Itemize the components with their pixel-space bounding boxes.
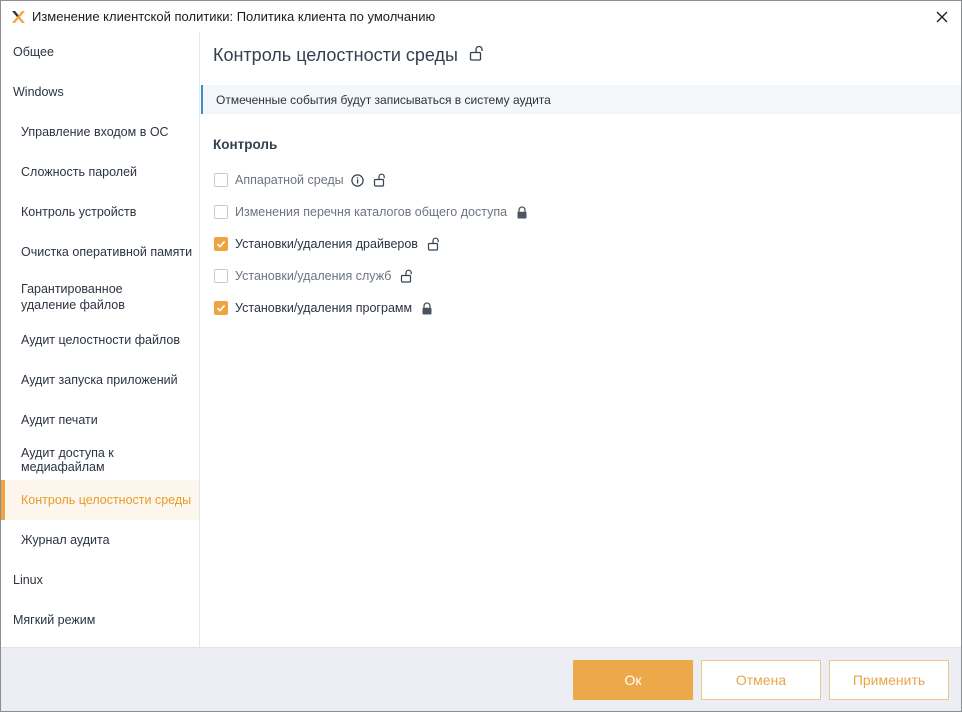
option-driver-install: Установки/удаления драйверов bbox=[214, 237, 441, 251]
checkbox-driver-install[interactable] bbox=[214, 237, 228, 251]
sidebar-item-app-launch-audit[interactable]: Аудит запуска приложений bbox=[1, 362, 199, 398]
sidebar-item-media-access-audit[interactable]: Аудит доступа к медиафайлам bbox=[1, 442, 199, 478]
sidebar-item-label: Управление входом в ОС bbox=[21, 125, 169, 139]
main-panel: Контроль целостности среды Отмеченные со… bbox=[201, 32, 961, 647]
option-label: Установки/удаления программ bbox=[235, 301, 413, 315]
sidebar-item-label: Гарантированное удаление файлов bbox=[21, 282, 125, 312]
sidebar-item-label: Аудит запуска приложений bbox=[21, 373, 178, 387]
sidebar-item-linux[interactable]: Linux bbox=[1, 562, 199, 598]
option-hardware-environment: Аппаратной среды bbox=[214, 173, 387, 187]
checkbox-hardware-environment[interactable] bbox=[214, 173, 228, 187]
option-service-install: Установки/удаления служб bbox=[214, 269, 414, 283]
sidebar-item-memory-cleanup[interactable]: Очистка оперативной памяти bbox=[1, 234, 199, 270]
close-button[interactable] bbox=[927, 1, 957, 32]
sidebar-item-label: Журнал аудита bbox=[21, 533, 110, 547]
checkbox-service-install[interactable] bbox=[214, 269, 228, 283]
option-label: Аппаратной среды bbox=[235, 173, 344, 187]
title-bar: Изменение клиентской политики: Политика … bbox=[1, 1, 961, 32]
lock-closed-icon[interactable] bbox=[516, 205, 528, 219]
window-title: Изменение клиентской политики: Политика … bbox=[32, 9, 436, 24]
sidebar-item-label: Контроль целостности среды bbox=[21, 493, 192, 507]
sidebar-item-label: Очистка оперативной памяти bbox=[21, 245, 193, 259]
cancel-button[interactable]: Отмена bbox=[701, 660, 821, 700]
sidebar-item-device-control[interactable]: Контроль устройств bbox=[1, 194, 199, 230]
option-label: Изменения перечня каталогов общего досту… bbox=[235, 205, 508, 219]
sidebar-item-label: Контроль устройств bbox=[21, 205, 137, 219]
sidebar-item-print-audit[interactable]: Аудит печати bbox=[1, 402, 199, 438]
checkbox-shared-folders-changes[interactable] bbox=[214, 205, 228, 219]
app-logo-icon bbox=[10, 9, 26, 25]
ok-button[interactable]: Ок bbox=[573, 660, 693, 700]
sidebar-item-general[interactable]: Общее bbox=[1, 34, 199, 70]
policy-dialog-window: Изменение клиентской политики: Политика … bbox=[0, 0, 962, 712]
sidebar-item-soft-mode[interactable]: Мягкий режим bbox=[1, 602, 199, 638]
sidebar-item-file-integrity-audit[interactable]: Аудит целостности файлов bbox=[1, 322, 199, 358]
section-title: Контроль bbox=[213, 137, 278, 152]
sidebar-item-password-complexity[interactable]: Сложность паролей bbox=[1, 154, 199, 190]
option-shared-folders-changes: Изменения перечня каталогов общего досту… bbox=[214, 205, 528, 219]
info-banner-text: Отмеченные события будут записываться в … bbox=[216, 92, 551, 107]
sidebar-item-label: Мягкий режим bbox=[13, 613, 96, 627]
sidebar-item-label: Linux bbox=[13, 573, 43, 587]
sidebar-item-label: Windows bbox=[13, 85, 64, 99]
info-icon[interactable] bbox=[350, 173, 364, 187]
sidebar-item-label: Общее bbox=[13, 45, 54, 59]
option-program-install: Установки/удаления программ bbox=[214, 301, 433, 315]
settings-sidebar: Общее Windows Управление входом в ОС Сло… bbox=[1, 32, 200, 647]
checkbox-program-install[interactable] bbox=[214, 301, 228, 315]
lock-open-icon[interactable] bbox=[468, 45, 484, 66]
lock-closed-icon[interactable] bbox=[421, 301, 433, 315]
sidebar-item-label: Аудит печати bbox=[21, 413, 98, 427]
close-icon bbox=[936, 11, 948, 22]
page-title-text: Контроль целостности среды bbox=[213, 45, 458, 65]
lock-open-icon[interactable] bbox=[373, 173, 387, 187]
checkmark-icon bbox=[216, 304, 226, 312]
sidebar-item-environment-integrity[interactable]: Контроль целостности среды bbox=[1, 480, 199, 520]
sidebar-item-windows[interactable]: Windows bbox=[1, 74, 199, 110]
option-label: Установки/удаления служб bbox=[235, 269, 392, 283]
page-title: Контроль целостности среды bbox=[213, 45, 484, 66]
dialog-footer: Ок Отмена Применить bbox=[1, 647, 961, 711]
audit-info-banner: Отмеченные события будут записываться в … bbox=[201, 85, 961, 114]
sidebar-item-secure-delete[interactable]: Гарантированное удаление файлов bbox=[1, 274, 199, 320]
sidebar-item-label: Аудит целостности файлов bbox=[21, 333, 180, 347]
sidebar-item-os-login[interactable]: Управление входом в ОС bbox=[1, 114, 199, 150]
option-label: Установки/удаления драйверов bbox=[235, 237, 418, 251]
sidebar-item-label: Аудит доступа к медиафайлам bbox=[21, 446, 114, 474]
sidebar-item-label: Сложность паролей bbox=[21, 165, 138, 179]
lock-open-icon[interactable] bbox=[427, 237, 441, 251]
lock-open-icon[interactable] bbox=[400, 269, 414, 283]
apply-button[interactable]: Применить bbox=[829, 660, 949, 700]
sidebar-item-audit-log[interactable]: Журнал аудита bbox=[1, 522, 199, 558]
checkmark-icon bbox=[216, 240, 226, 248]
